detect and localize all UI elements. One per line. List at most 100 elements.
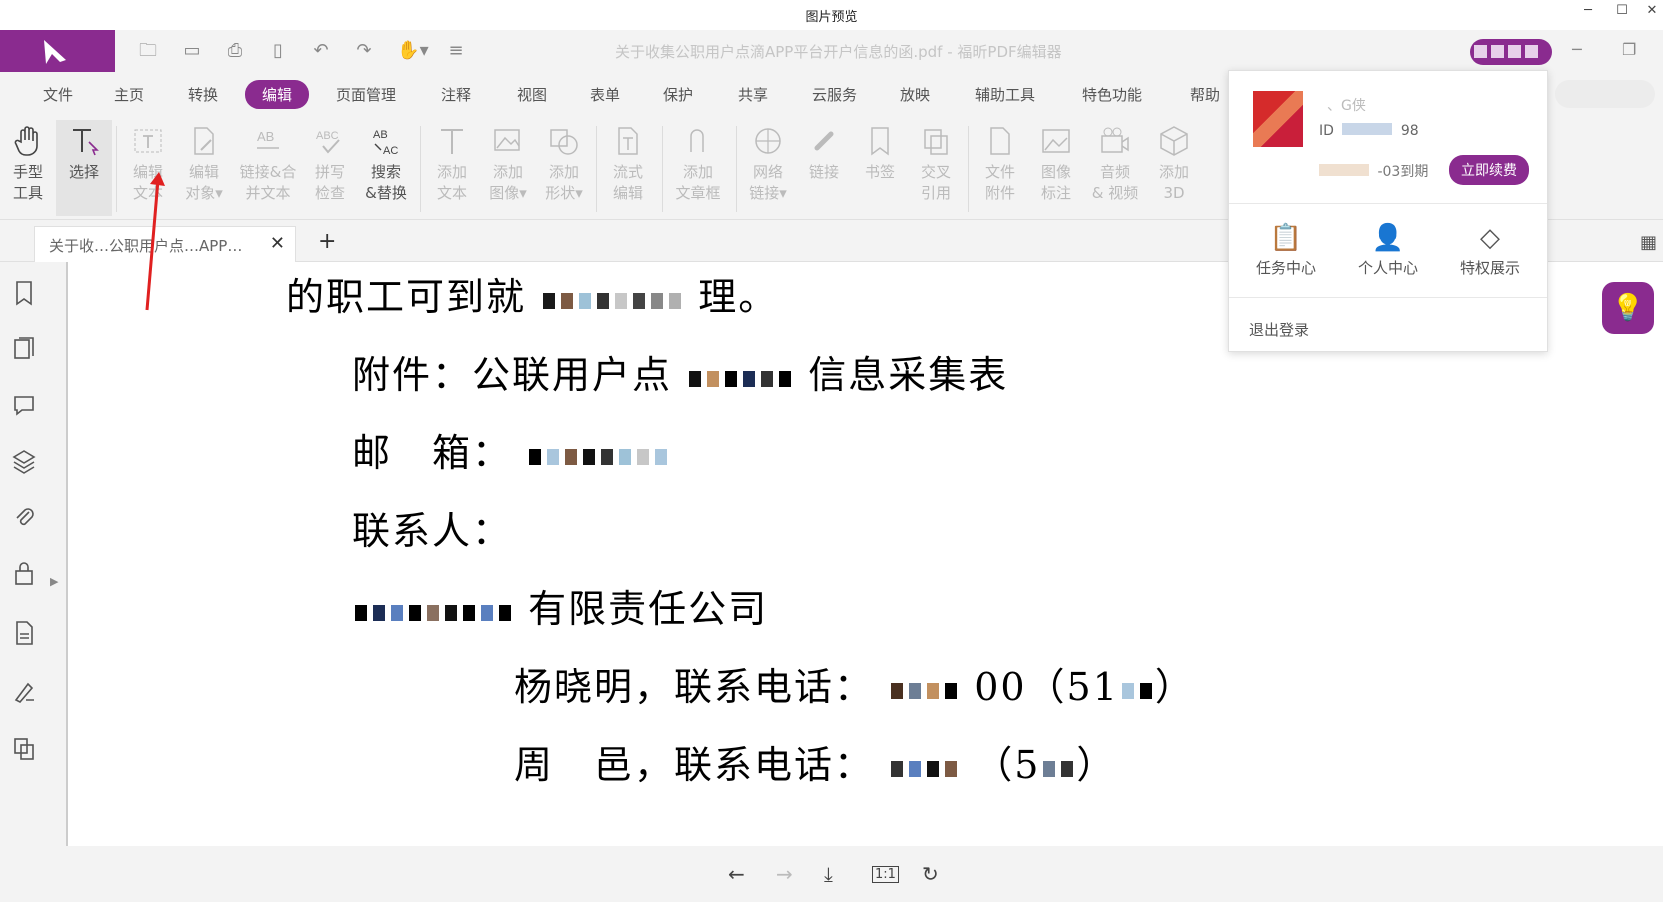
download-icon[interactable]: ⤓ [824, 862, 833, 886]
privileges-button[interactable]: ◇ 特权展示 [1445, 223, 1535, 278]
file-attachment-button[interactable]: 文件 附件 [972, 120, 1028, 216]
select-text-icon [73, 129, 99, 156]
ribbon-label: 文件 附件 [984, 163, 1015, 202]
renew-button[interactable]: 立即续费 [1449, 155, 1529, 185]
spell-check-button[interactable]: ABC 拼写 检查 [302, 120, 358, 216]
ribbon-label: 书签 [864, 163, 895, 181]
grid-view-icon[interactable]: ▦ [1640, 232, 1657, 253]
next-icon[interactable]: → [776, 862, 793, 886]
signature-panel-icon[interactable] [11, 678, 37, 704]
expand-sidebar-icon[interactable]: ▶ [50, 575, 58, 588]
hand-tool-dropdown-icon[interactable]: ✋▾ [396, 39, 430, 63]
add-shape-button[interactable]: 添加 形状▾ [536, 120, 592, 216]
bookmark-button[interactable]: 书签 [852, 120, 908, 216]
ribbon-label: 搜索 &替换 [365, 163, 407, 202]
open-folder-icon[interactable]: 🗀 [136, 39, 160, 63]
doc-line-5: 有限责任公司 [352, 578, 768, 633]
customize-quick-access-icon[interactable]: ≡ [444, 39, 468, 63]
app-minimize-button[interactable]: ─ [1572, 40, 1582, 59]
search-box[interactable] [1555, 80, 1655, 108]
image-annotation-button[interactable]: 图像 标注 [1028, 120, 1084, 216]
app-title-bar: 🗀 ▭ ⎙ ▯ ↶ ↷ ✋▾ ≡ 关于收集公职用户点滴APP平台开户信息的函.p… [0, 30, 1663, 72]
app-logo[interactable] [0, 30, 115, 72]
comments-panel-icon[interactable] [11, 392, 37, 418]
redo-icon[interactable]: ↷ [352, 39, 376, 63]
ribbon-label: 链接 [808, 163, 839, 181]
document-tab[interactable]: 关于收…公职用户点…APP… ✕ [34, 226, 296, 262]
avatar[interactable] [1253, 91, 1303, 147]
new-file-icon[interactable]: ▯ [266, 39, 290, 63]
spell-check-icon: ABC [316, 130, 340, 154]
layers-panel-icon[interactable] [11, 448, 37, 474]
link-button[interactable]: 链接 [796, 120, 852, 216]
diamond-icon: ◇ [1480, 223, 1500, 253]
menu-home[interactable]: 主页 [114, 84, 144, 105]
menu-file[interactable]: 文件 [43, 84, 73, 105]
compare-panel-icon[interactable] [11, 736, 37, 762]
menu-view[interactable]: 视图 [517, 84, 547, 105]
task-center-button[interactable]: 📋 任务中心 [1241, 223, 1331, 278]
edit-text-button[interactable]: 编辑 文本 [120, 120, 176, 216]
menu-comment[interactable]: 注释 [441, 84, 471, 105]
ribbon-label: 网络 链接▾ [749, 163, 787, 202]
add-article-box-button[interactable]: 添加 文章框 [666, 120, 730, 216]
flow-edit-button[interactable]: 流式 编辑 [600, 120, 656, 216]
security-panel-icon[interactable] [11, 560, 37, 586]
user-account-button[interactable] [1470, 39, 1552, 65]
left-sidebar: ▶ [0, 262, 68, 846]
personal-center-button[interactable]: 👤 个人中心 [1343, 223, 1433, 278]
add-text-button[interactable]: 添加 文本 [424, 120, 480, 216]
menu-protect[interactable]: 保护 [663, 84, 693, 105]
attachments-panel-icon[interactable] [11, 504, 37, 530]
audio-video-button[interactable]: 音频 & 视频 [1084, 120, 1146, 216]
previous-icon[interactable]: ← [728, 862, 745, 886]
hand-tool-button[interactable]: 手型 工具 [0, 120, 56, 216]
menu-accessibility[interactable]: 辅助工具 [975, 84, 1035, 105]
add-3d-button[interactable]: 添加 3D [1146, 120, 1202, 216]
lightbulb-tips-button[interactable]: 💡 [1602, 282, 1654, 334]
user-icon: 👤 [1371, 223, 1405, 253]
actual-size-icon[interactable]: 1:1 [872, 866, 899, 883]
window-minimize-button[interactable]: ─ [1578, 3, 1598, 18]
ribbon-label: 编辑 文本 [132, 163, 163, 202]
doc-line-2: 附件：公联用户点 信息采集表 [352, 353, 1009, 397]
print-icon[interactable]: ⎙ [223, 39, 247, 63]
add-image-icon [494, 129, 520, 151]
window-maximize-button[interactable]: ☐ [1612, 3, 1632, 18]
doc-line-7: 周 邑，联系电话： （5） [514, 743, 1117, 787]
task-clipboard-icon: 📋 [1269, 223, 1303, 253]
tab-close-icon[interactable]: ✕ [270, 233, 285, 254]
link-merge-text-button[interactable]: AB 链接&合 并文本 [236, 120, 300, 216]
menu-slideshow[interactable]: 放映 [900, 84, 930, 105]
content-panel-icon[interactable] [11, 620, 37, 646]
bookmark-panel-icon[interactable] [11, 280, 37, 306]
search-replace-button[interactable]: AB AC 搜索 &替换 [358, 120, 414, 216]
add-tab-button[interactable]: + [318, 229, 336, 254]
svg-text:ABC: ABC [316, 130, 339, 142]
menu-form[interactable]: 表单 [590, 84, 620, 105]
menu-convert[interactable]: 转换 [188, 84, 218, 105]
cross-reference-button[interactable]: 交叉 引用 [908, 120, 964, 216]
privileges-label: 特权展示 [1459, 259, 1520, 277]
menu-help[interactable]: 帮助 [1190, 84, 1220, 105]
add-image-button[interactable]: 添加 图像▾ [480, 120, 536, 216]
menu-edit[interactable]: 编辑 [245, 80, 310, 109]
document-title: 关于收集公职用户点滴APP平台开户信息的函.pdf - 福昕PDF编辑器 [615, 43, 1062, 61]
window-title: 图片预览 [805, 10, 858, 25]
window-close-button[interactable]: ✕ [1642, 3, 1662, 18]
edit-object-button[interactable]: 编辑 对象▾ [176, 120, 232, 216]
logout-button[interactable]: 退出登录 [1249, 319, 1309, 340]
rotate-icon[interactable]: ↻ [922, 862, 939, 886]
menu-cloud[interactable]: 云服务 [812, 84, 857, 105]
menu-page-manage[interactable]: 页面管理 [336, 84, 396, 105]
menu-features[interactable]: 特色功能 [1082, 84, 1142, 105]
menu-share[interactable]: 共享 [738, 84, 768, 105]
pages-panel-icon[interactable] [11, 336, 37, 362]
app-restore-button[interactable]: ❐ [1622, 40, 1636, 59]
undo-icon[interactable]: ↶ [309, 39, 333, 63]
web-link-button[interactable]: 网络 链接▾ [740, 120, 796, 216]
task-center-label: 任务中心 [1255, 259, 1316, 277]
select-tool-button[interactable]: 选择 [56, 120, 112, 216]
save-icon[interactable]: ▭ [180, 39, 204, 63]
web-link-icon [755, 128, 781, 154]
